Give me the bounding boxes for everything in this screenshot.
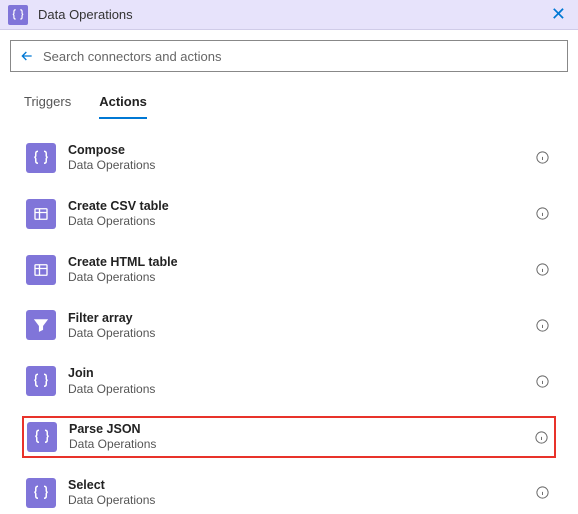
action-text: Parse JSON Data Operations	[69, 421, 532, 453]
table-icon	[26, 199, 56, 229]
action-item-create-csv-table[interactable]: Create CSV table Data Operations	[22, 193, 556, 235]
action-subtitle: Data Operations	[68, 493, 533, 509]
action-text: Join Data Operations	[68, 365, 533, 397]
action-title: Join	[68, 365, 533, 381]
action-subtitle: Data Operations	[68, 382, 533, 398]
braces-icon	[27, 422, 57, 452]
action-subtitle: Data Operations	[68, 158, 533, 174]
info-icon[interactable]	[533, 150, 552, 165]
filter-icon	[26, 310, 56, 340]
action-title: Select	[68, 477, 533, 493]
braces-icon	[26, 143, 56, 173]
search-box[interactable]	[10, 40, 568, 72]
info-icon[interactable]	[533, 485, 552, 500]
action-text: Create HTML table Data Operations	[68, 254, 533, 286]
info-icon[interactable]	[532, 430, 551, 445]
action-title: Create CSV table	[68, 198, 533, 214]
action-title: Create HTML table	[68, 254, 533, 270]
action-subtitle: Data Operations	[68, 326, 533, 342]
tab-actions[interactable]: Actions	[99, 86, 147, 119]
back-arrow-icon[interactable]	[19, 48, 35, 64]
action-item-compose[interactable]: Compose Data Operations	[22, 137, 556, 179]
search-container	[0, 30, 578, 80]
close-button[interactable]: ✕	[547, 4, 570, 25]
table-icon	[26, 255, 56, 285]
info-icon[interactable]	[533, 374, 552, 389]
action-item-select[interactable]: Select Data Operations	[22, 472, 556, 514]
action-item-create-html-table[interactable]: Create HTML table Data Operations	[22, 249, 556, 291]
tabs: Triggers Actions	[0, 80, 578, 119]
action-text: Select Data Operations	[68, 477, 533, 509]
action-item-parse-json[interactable]: Parse JSON Data Operations	[22, 416, 556, 458]
tab-triggers[interactable]: Triggers	[24, 86, 71, 119]
action-item-filter-array[interactable]: Filter array Data Operations	[22, 305, 556, 347]
action-text: Compose Data Operations	[68, 142, 533, 174]
action-text: Filter array Data Operations	[68, 310, 533, 342]
action-subtitle: Data Operations	[68, 214, 533, 230]
braces-icon	[8, 5, 28, 25]
info-icon[interactable]	[533, 262, 552, 277]
panel-header: Data Operations ✕	[0, 0, 578, 30]
action-title: Parse JSON	[69, 421, 532, 437]
actions-list: Compose Data Operations Create CSV table…	[0, 119, 578, 514]
panel-title: Data Operations	[38, 7, 547, 22]
action-subtitle: Data Operations	[69, 437, 532, 453]
action-item-join[interactable]: Join Data Operations	[22, 360, 556, 402]
action-text: Create CSV table Data Operations	[68, 198, 533, 230]
braces-icon	[26, 366, 56, 396]
search-input[interactable]	[43, 49, 559, 64]
info-icon[interactable]	[533, 318, 552, 333]
action-title: Compose	[68, 142, 533, 158]
braces-icon	[26, 478, 56, 508]
action-subtitle: Data Operations	[68, 270, 533, 286]
info-icon[interactable]	[533, 206, 552, 221]
action-title: Filter array	[68, 310, 533, 326]
